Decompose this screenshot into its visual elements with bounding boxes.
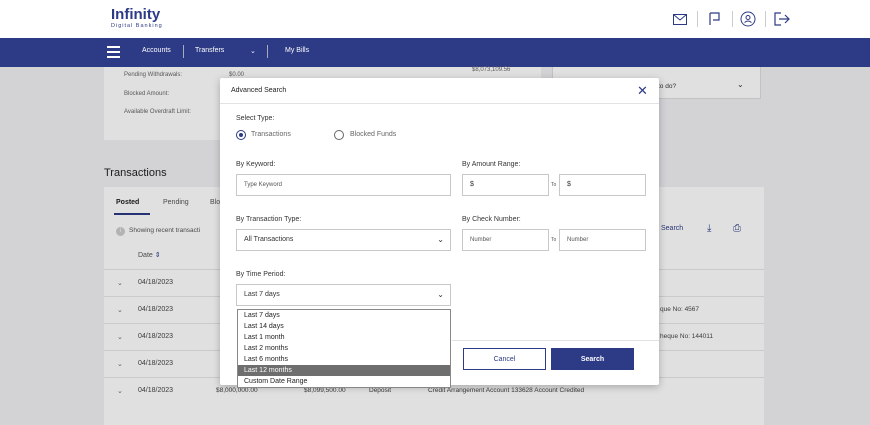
modal-title: Advanced Search	[231, 87, 287, 94]
header-divider	[732, 11, 733, 27]
header-divider	[765, 11, 766, 27]
cancel-button[interactable]: Cancel	[463, 348, 546, 370]
keyword-label: By Keyword:	[236, 161, 276, 168]
header-divider	[697, 11, 698, 27]
radio-transactions[interactable]	[236, 130, 246, 140]
nav-transfers[interactable]: Transfers	[195, 47, 224, 54]
dropdown-option[interactable]: Custom Date Range	[238, 376, 450, 387]
flag-icon[interactable]	[704, 8, 726, 30]
to-label: To	[551, 237, 557, 243]
close-icon[interactable]: ✕	[637, 83, 648, 99]
nav-my-bills[interactable]: My Bills	[285, 47, 309, 54]
user-icon[interactable]	[737, 8, 759, 30]
radio-blocked-funds-label[interactable]: Blocked Funds	[350, 131, 396, 138]
transaction-type-label: By Transaction Type:	[236, 216, 302, 223]
dropdown-option-highlighted[interactable]: Last 12 months	[238, 365, 450, 376]
dropdown-option[interactable]: Last 2 months	[238, 343, 450, 354]
check-to-placeholder: Number	[567, 237, 589, 243]
logo-text: Infinity	[111, 6, 161, 23]
time-period-select[interactable]: Last 7 days ⌄	[236, 284, 451, 306]
radio-blocked-funds[interactable]	[334, 130, 344, 140]
logo[interactable]: Infinity Digital Banking	[111, 7, 163, 29]
radio-transactions-label[interactable]: Transactions	[251, 131, 291, 138]
transaction-type-select[interactable]: All Transactions ⌄	[236, 229, 451, 251]
amount-to-input[interactable]: $	[559, 174, 646, 196]
dropdown-option[interactable]: Last 6 months	[238, 354, 450, 365]
nav-divider	[183, 45, 184, 58]
chevron-down-icon: ⌄	[437, 235, 444, 244]
dropdown-option[interactable]: Last 1 month	[238, 332, 450, 343]
keyword-input[interactable]: Type Keyword	[236, 174, 451, 196]
divider	[220, 103, 659, 104]
time-period-value: Last 7 days	[244, 291, 280, 298]
amount-to-prefix: $	[567, 181, 571, 188]
dropdown-option[interactable]: Last 7 days	[238, 310, 450, 321]
check-number-label: By Check Number:	[462, 216, 521, 223]
select-type-label: Select Type:	[236, 115, 275, 122]
search-button[interactable]: Search	[551, 348, 634, 370]
keyword-placeholder: Type Keyword	[244, 182, 283, 188]
logout-icon[interactable]	[771, 8, 793, 30]
main-nav: Accounts Transfers ⌄ My Bills	[0, 38, 870, 67]
nav-accounts[interactable]: Accounts	[142, 47, 171, 54]
mail-icon[interactable]	[669, 8, 691, 30]
amount-from-prefix: $	[470, 181, 474, 188]
time-period-dropdown: Last 7 days Last 14 days Last 1 month La…	[237, 309, 451, 388]
check-from-input[interactable]: Number	[462, 229, 549, 251]
check-to-input[interactable]: Number	[559, 229, 646, 251]
top-header: Infinity Digital Banking	[0, 0, 870, 38]
divider	[452, 340, 659, 341]
check-from-placeholder: Number	[470, 237, 492, 243]
logo-subtitle: Digital Banking	[111, 23, 163, 29]
chevron-down-icon: ⌄	[437, 290, 444, 299]
time-period-label: By Time Period:	[236, 271, 286, 278]
transaction-type-value: All Transactions	[244, 236, 294, 243]
chevron-down-icon[interactable]: ⌄	[250, 47, 256, 55]
dropdown-option[interactable]: Last 14 days	[238, 321, 450, 332]
to-label: To	[551, 182, 557, 188]
amount-from-input[interactable]: $	[462, 174, 549, 196]
nav-divider	[267, 45, 268, 58]
menu-icon[interactable]	[107, 46, 120, 58]
amount-range-label: By Amount Range:	[462, 161, 521, 168]
